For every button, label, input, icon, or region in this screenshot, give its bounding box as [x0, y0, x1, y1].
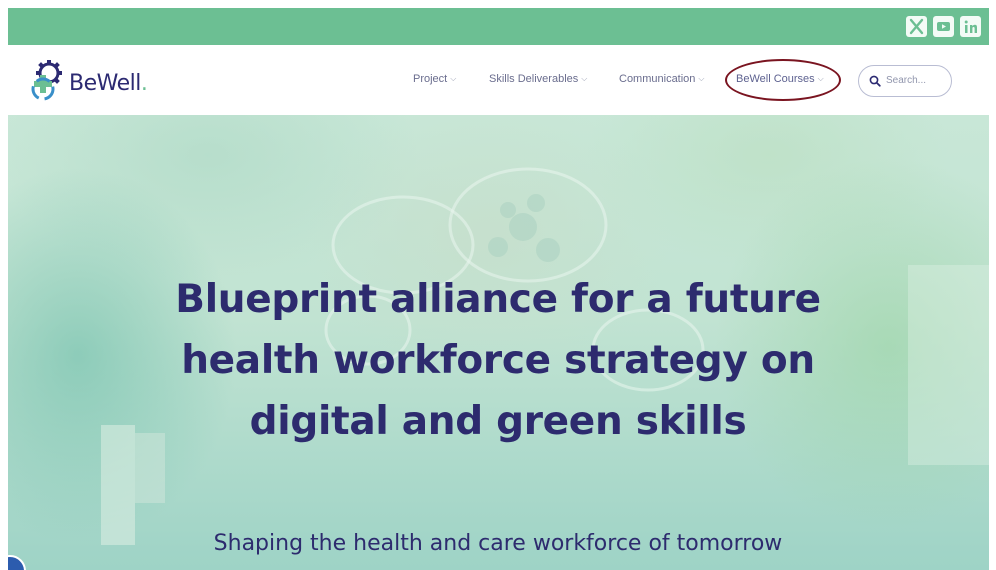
logo-name: BeWell [69, 71, 141, 96]
nav-item-skills-deliverables[interactable]: Skills Deliverables ⌵ [489, 73, 587, 85]
linkedin-icon[interactable] [960, 16, 981, 37]
nav-item-communication[interactable]: Communication ⌵ [619, 73, 705, 85]
social-bar [8, 8, 989, 45]
site-header: BeWell. Project ⌵ Skills Deliverables ⌵ Co… [8, 45, 989, 115]
chevron-down-icon: ⌵ [450, 74, 457, 83]
highlight-circle [725, 59, 841, 101]
logo-dot: . [140, 71, 148, 96]
gear-cross-icon [31, 60, 62, 101]
youtube-icon[interactable] [933, 16, 954, 37]
nav-label: Skills Deliverables [489, 73, 579, 85]
nav-label: Communication [619, 73, 696, 85]
nav-item-project[interactable]: Project ⌵ [413, 73, 456, 85]
chevron-down-icon: ⌵ [581, 74, 588, 83]
headline-line-1: Blueprint alliance for a future [175, 277, 821, 322]
page-frame: BeWell. Project ⌵ Skills Deliverables ⌵ Co… [8, 8, 989, 570]
chevron-down-icon: ⌵ [698, 74, 705, 83]
bewell-logo[interactable]: BeWell. [25, 59, 175, 103]
hero-headline: Blueprint alliance for a future health w… [98, 269, 898, 452]
search-icon [869, 75, 881, 87]
search-input[interactable]: Search... [886, 75, 926, 86]
x-icon[interactable] [906, 16, 927, 37]
hero-banner: Blueprint alliance for a future health w… [8, 115, 989, 570]
search-box[interactable]: Search... [858, 65, 952, 97]
nav-label: Project [413, 73, 448, 85]
logo-wordmark: BeWell. [69, 71, 148, 96]
headline-line-3: digital and green skills [249, 399, 747, 444]
headline-line-2: health workforce strategy on [181, 338, 815, 383]
hero-subheading: Shaping the health and care workforce of… [213, 531, 783, 556]
